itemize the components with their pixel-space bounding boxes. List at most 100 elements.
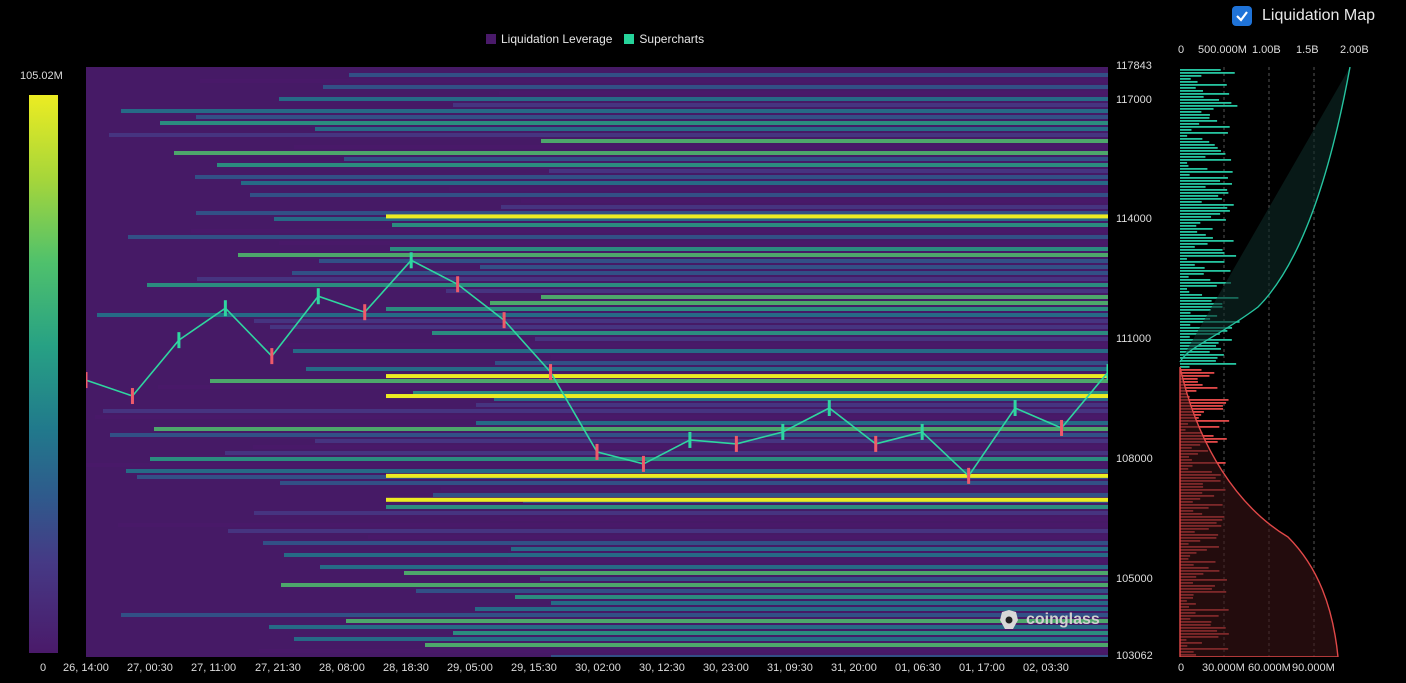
liquidation-bar — [1180, 93, 1230, 95]
liquidation-bar — [1180, 114, 1210, 116]
checkbox-checked-icon[interactable] — [1232, 6, 1253, 26]
colorscale-max-label: 105.02M — [20, 70, 63, 82]
heatmap-band — [154, 427, 1108, 431]
liquidation-bar — [1180, 252, 1225, 254]
liquidation-bar — [1180, 132, 1228, 134]
liquidation-bar — [1180, 177, 1228, 179]
price-candle — [130, 388, 134, 405]
heatmap-band — [386, 307, 1108, 311]
price-candle — [549, 364, 553, 381]
liquidation-bar — [1180, 243, 1208, 245]
liquidation-bar — [1180, 261, 1225, 263]
liquidation-bar — [1180, 258, 1187, 260]
liquidation-bar — [1180, 270, 1231, 272]
heatmap-band — [433, 493, 1108, 497]
heatmap-band — [416, 589, 1108, 593]
liquidation-bar — [1180, 213, 1221, 215]
heatmap-band — [109, 133, 1108, 137]
heatmap-band — [386, 505, 1108, 509]
price-candle — [874, 435, 878, 452]
heatmap-band — [294, 145, 1108, 149]
heatmap-band — [368, 535, 1108, 539]
coinglass-logo: coinglass — [998, 609, 1100, 631]
price-tick-label: 105000 — [1116, 572, 1153, 585]
price-candle — [827, 400, 831, 417]
time-tick-label: 26, 14:00 — [63, 662, 109, 674]
heatmap-band — [103, 409, 1108, 413]
liquidation-bar — [1180, 192, 1229, 194]
liquidation-bar — [1180, 294, 1203, 296]
price-candle — [86, 372, 88, 389]
liquidation-bar — [1180, 174, 1190, 176]
heatmap-band — [121, 109, 1108, 113]
price-candle — [1013, 400, 1017, 417]
heatmap-band — [147, 283, 1108, 287]
liquidation-bar — [1180, 195, 1219, 197]
liquidation-bar — [1180, 135, 1188, 137]
liquidation-bar — [1180, 309, 1211, 311]
price-candle — [734, 435, 738, 452]
liquidation-bar — [1180, 369, 1202, 371]
liquidation-heatmap[interactable] — [86, 67, 1108, 657]
liquidation-bar — [1180, 207, 1228, 209]
heatmap-band — [241, 181, 1108, 185]
heatmap-band — [200, 79, 1108, 83]
heatmap-band — [499, 91, 1108, 95]
time-tick-label: 31, 20:00 — [831, 662, 877, 674]
heatmap-band — [269, 625, 1108, 629]
price-tick-label: 108000 — [1116, 452, 1153, 465]
price-candle — [270, 348, 274, 365]
liquidation-bar — [1180, 81, 1198, 83]
heatmap-hot-band — [386, 473, 1108, 478]
heatmap-band — [476, 421, 1108, 425]
liquidation-bar — [1180, 288, 1187, 290]
heatmap-band — [197, 277, 1108, 281]
liquidation-bar — [1180, 147, 1218, 149]
heatmap-band — [279, 97, 1108, 101]
heatmap-band — [551, 601, 1108, 605]
legend-item-liquidation-leverage[interactable]: Liquidation Leverage — [486, 32, 612, 46]
liquidation-bar — [1180, 210, 1230, 212]
heatmap-band — [541, 139, 1108, 143]
liquidation-bar — [1180, 108, 1214, 110]
heatmap-band — [210, 379, 1108, 383]
liquidation-bar — [1180, 246, 1195, 248]
heatmap-band — [284, 553, 1108, 557]
liquidation-bar — [1180, 276, 1189, 278]
liquidation-bar — [1180, 102, 1232, 104]
heatmap-band — [228, 529, 1108, 533]
heatmap-band — [535, 337, 1108, 341]
liquidation-bar — [1180, 69, 1221, 71]
liquidation-bar — [1180, 237, 1213, 239]
liquidation-map-bars — [1179, 67, 1351, 657]
price-tick-label: 103062 — [1116, 650, 1153, 662]
price-candle — [409, 252, 413, 269]
heatmap-band — [293, 349, 1108, 353]
liq-map-top-tick: 1.5B — [1296, 44, 1319, 56]
liquidation-map-toggle[interactable]: Liquidation Map — [1232, 6, 1375, 26]
liquidation-bar — [1180, 231, 1198, 233]
price-tick-label: 117843 — [1116, 60, 1152, 72]
time-tick-label: 01, 17:00 — [959, 662, 1005, 674]
heatmap-band — [453, 103, 1108, 107]
time-tick-label: 02, 03:30 — [1023, 662, 1069, 674]
heatmap-band — [259, 649, 1108, 653]
liquidation-bar — [1180, 204, 1234, 206]
liquidation-bar — [1180, 141, 1210, 143]
time-tick-label: 01, 06:30 — [895, 662, 941, 674]
heatmap-band — [255, 343, 1108, 347]
liquidation-bar — [1180, 156, 1206, 158]
heatmap-band — [500, 517, 1108, 521]
heatmap-band — [281, 583, 1108, 587]
heatmap-band — [346, 619, 1108, 623]
heatmap-band — [446, 289, 1108, 293]
liquidation-bar — [1180, 183, 1232, 185]
liquidation-bar — [1180, 189, 1228, 191]
legend-item-supercharts[interactable]: Supercharts — [624, 32, 704, 46]
heatmap-band — [160, 121, 1108, 125]
liq-map-bottom-tick: 90.000M — [1292, 662, 1335, 674]
price-candle — [920, 423, 924, 440]
liquidation-bar — [1180, 282, 1231, 284]
price-candle — [363, 304, 367, 321]
price-candle — [1060, 419, 1064, 436]
